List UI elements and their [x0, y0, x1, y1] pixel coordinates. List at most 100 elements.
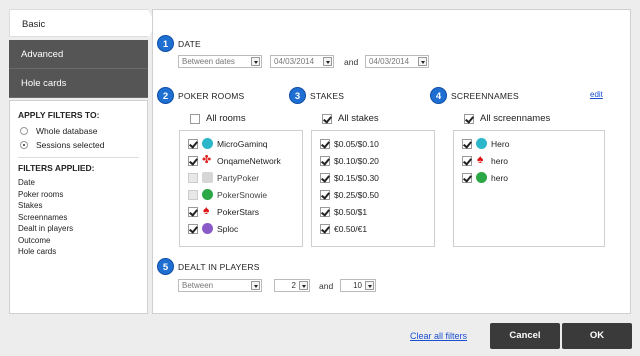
room-checkbox[interactable] — [188, 155, 198, 166]
radio-label: Whole database — [36, 126, 98, 136]
step-2-badge: 2 — [157, 87, 174, 104]
list-item[interactable]: $0.50/$1 — [320, 203, 434, 220]
all-screennames-checkbox[interactable] — [464, 113, 474, 124]
list-item[interactable]: Sploc — [188, 220, 302, 237]
date-to-field[interactable]: 04/03/2014 — [365, 55, 429, 68]
tab-basic[interactable]: Basic — [9, 9, 156, 38]
dealt-in-and-label: and — [319, 281, 334, 291]
clear-all-filters-link[interactable]: Clear all filters — [410, 331, 467, 341]
apply-filters-heading: APPLY FILTERS TO: — [18, 110, 100, 120]
list-item[interactable]: MicroGaminq — [188, 135, 302, 152]
tab-basic-label: Basic — [22, 19, 46, 30]
stake-checkbox[interactable] — [320, 172, 330, 183]
room-label: PokerSnowie — [217, 189, 268, 200]
chevron-down-icon[interactable] — [323, 57, 332, 66]
list-item[interactable]: PokerSnowie — [188, 186, 302, 203]
all-screennames-checkbox-row[interactable]: All screennames — [464, 113, 550, 124]
all-screennames-label: All screennames — [480, 113, 551, 124]
tab-advanced-label: Advanced — [21, 49, 64, 60]
step-4-badge: 4 — [430, 87, 447, 104]
screennames-list: Hero hero hero — [453, 130, 605, 247]
applied-item: Stakes — [18, 201, 43, 210]
list-item[interactable]: $0.25/$0.50 — [320, 186, 434, 203]
date-mode-select[interactable]: Between dates — [178, 55, 262, 68]
stake-label: $0.10/$0.20 — [334, 155, 379, 166]
chevron-down-icon[interactable] — [418, 57, 427, 66]
radio-sessions-selected[interactable]: Sessions selected — [18, 138, 139, 152]
partypoker-icon — [202, 172, 213, 183]
stake-label: $0.50/$1 — [334, 206, 368, 217]
dealt-in-max-select[interactable]: 10 — [340, 279, 376, 292]
step-1-badge: 1 — [157, 35, 174, 52]
list-item[interactable]: Hero — [462, 135, 604, 152]
list-item[interactable]: hero — [462, 169, 604, 186]
stake-label: $0.05/$0.10 — [334, 138, 379, 149]
list-item[interactable]: PartyPoker — [188, 169, 302, 186]
list-item[interactable]: €0.50/€1 — [320, 220, 434, 237]
cancel-button[interactable]: Cancel — [490, 323, 560, 349]
chevron-down-icon[interactable] — [365, 281, 374, 290]
chevron-down-icon[interactable] — [251, 57, 260, 66]
room-checkbox[interactable] — [188, 172, 198, 183]
microgaming-icon — [202, 138, 213, 149]
list-item[interactable]: hero — [462, 152, 604, 169]
room-label: MicroGaminq — [217, 138, 268, 149]
all-stakes-checkbox[interactable] — [322, 113, 332, 124]
dealt-in-title: DEALT IN PLAYERS — [178, 262, 260, 272]
tab-advanced[interactable]: Advanced — [9, 40, 148, 69]
room-checkbox[interactable] — [188, 189, 198, 200]
date-from-field[interactable]: 04/03/2014 — [270, 55, 334, 68]
dealt-in-mode-select[interactable]: Between — [178, 279, 262, 292]
stake-checkbox[interactable] — [320, 206, 330, 217]
tab-hole-cards-label: Hole cards — [21, 78, 67, 89]
dealt-in-min-select[interactable]: 2 — [274, 279, 310, 292]
chevron-down-icon[interactable] — [299, 281, 308, 290]
poker-rooms-title: POKER ROOMS — [178, 91, 245, 101]
applied-item: Screennames — [18, 212, 68, 222]
screenname-checkbox[interactable] — [462, 138, 472, 149]
pokerstars-icon — [476, 152, 487, 166]
stakes-list: $0.05/$0.10 $0.10/$0.20 $0.15/$0.30 $0.2… — [311, 130, 435, 247]
applied-item: Hole cards — [18, 247, 57, 256]
all-stakes-checkbox-row[interactable]: All stakes — [322, 113, 379, 124]
filter-panel: 1 DATE Between dates 04/03/2014 and 04/0… — [152, 9, 631, 314]
list-item[interactable]: OnqameNetwork — [188, 152, 302, 169]
all-rooms-checkbox[interactable] — [190, 113, 200, 124]
date-and-label: and — [344, 57, 359, 67]
room-label: Sploc — [217, 223, 239, 234]
screennames-title: SCREENNAMES — [451, 91, 519, 101]
stake-label: $0.25/$0.50 — [334, 189, 379, 200]
stake-checkbox[interactable] — [320, 223, 330, 234]
list-item[interactable]: PokerStars — [188, 203, 302, 220]
stake-checkbox[interactable] — [320, 189, 330, 200]
divider — [18, 157, 139, 158]
radio-whole-database[interactable]: Whole database — [18, 124, 139, 138]
ok-button[interactable]: OK — [562, 323, 632, 349]
list-item[interactable]: $0.05/$0.10 — [320, 135, 434, 152]
room-checkbox[interactable] — [188, 138, 198, 149]
step-3-badge: 3 — [289, 87, 306, 104]
radio-dot-selected[interactable] — [20, 141, 28, 149]
room-label: PartyPoker — [217, 172, 260, 183]
room-checkbox[interactable] — [188, 223, 198, 234]
dealt-in-mode-value: Between — [182, 281, 214, 290]
all-rooms-checkbox-row[interactable]: All rooms — [190, 113, 246, 124]
edit-screennames-link[interactable]: edit — [590, 90, 603, 99]
pokerstars-icon — [202, 203, 213, 217]
list-item[interactable]: $0.15/$0.30 — [320, 169, 434, 186]
applied-item: Date — [18, 178, 35, 187]
screenname-checkbox[interactable] — [462, 172, 472, 183]
chevron-down-icon[interactable] — [251, 281, 260, 290]
dealt-in-max-value: 10 — [353, 281, 362, 290]
tab-hole-cards[interactable]: Hole cards — [9, 69, 148, 98]
pokersnowie-icon — [202, 189, 213, 200]
stake-label: €0.50/€1 — [334, 223, 368, 234]
filters-applied-heading: FILTERS APPLIED: — [18, 163, 95, 173]
list-item[interactable]: $0.10/$0.20 — [320, 152, 434, 169]
pokersnowie-icon — [476, 172, 487, 183]
room-checkbox[interactable] — [188, 206, 198, 217]
screenname-checkbox[interactable] — [462, 155, 472, 166]
stake-checkbox[interactable] — [320, 155, 330, 166]
radio-dot[interactable] — [20, 127, 28, 135]
stake-checkbox[interactable] — [320, 138, 330, 149]
